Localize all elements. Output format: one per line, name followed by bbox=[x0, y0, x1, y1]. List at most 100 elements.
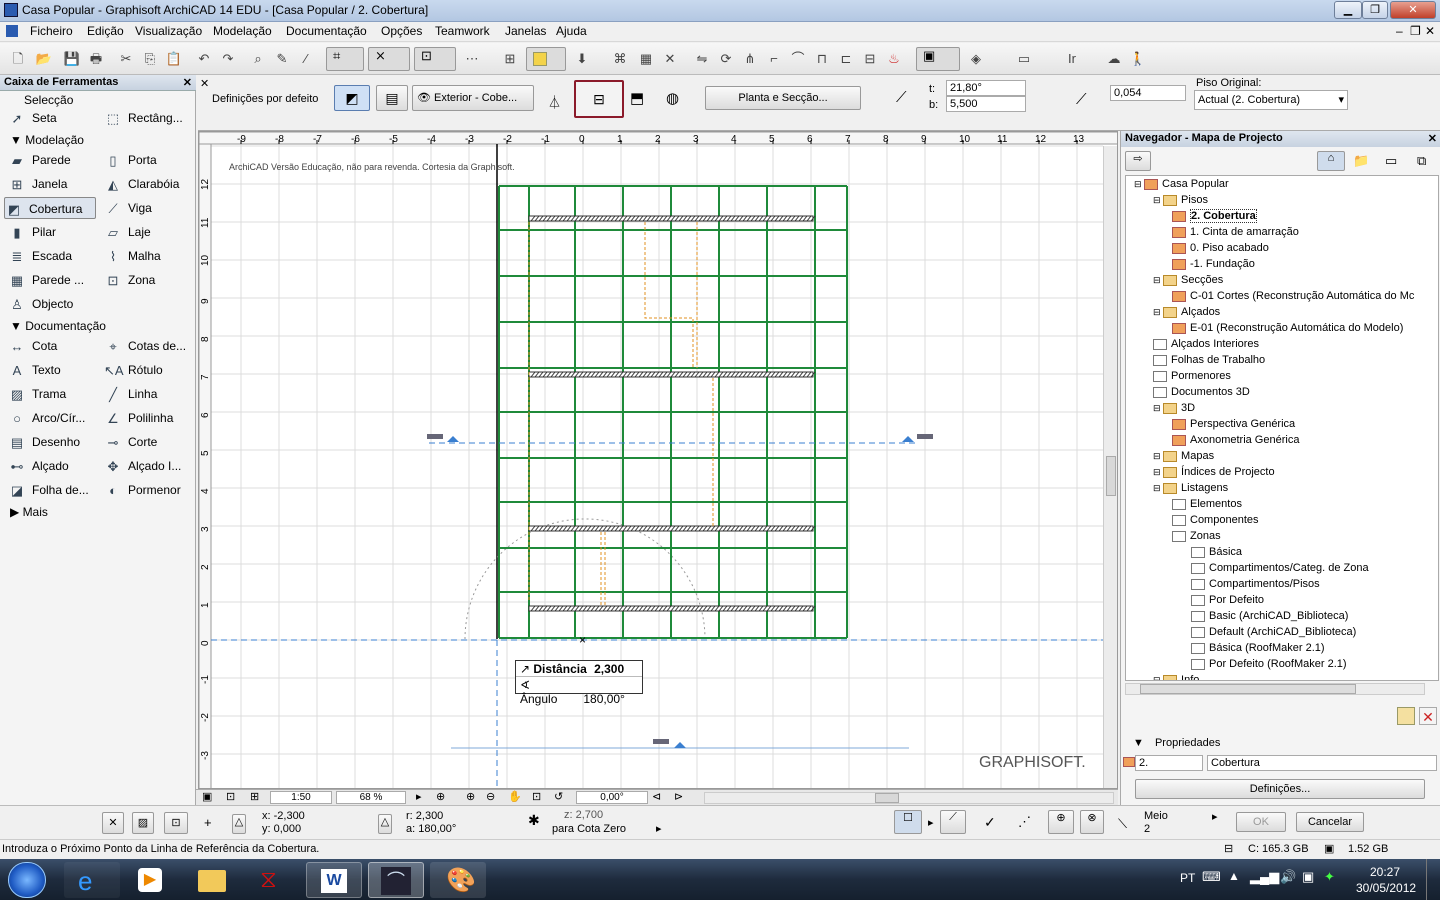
globe-icon[interactable]: ◍ bbox=[666, 89, 679, 107]
z-ref-chevron-icon[interactable]: ▸ bbox=[656, 822, 662, 835]
3d-view-icon[interactable]: ◈ bbox=[966, 49, 986, 69]
tree-item[interactable]: ⊟ Secções bbox=[1126, 272, 1438, 288]
expand-icon[interactable]: ⊟ bbox=[1134, 179, 1144, 189]
fit-icon[interactable]: ⊞ bbox=[250, 790, 259, 803]
device-icon[interactable]: ▣ bbox=[1302, 869, 1314, 885]
tree-item[interactable]: ⊟ Info bbox=[1126, 672, 1438, 680]
tree-item[interactable]: Default (ArchiCAD_Biblioteca) bbox=[1126, 624, 1438, 640]
volume-icon[interactable]: 🔊 bbox=[1280, 869, 1296, 885]
r-coordinate[interactable]: r: 2,300 bbox=[406, 810, 443, 822]
tree-item[interactable]: ⊟ Alçados bbox=[1126, 304, 1438, 320]
tool-window[interactable]: ⊞ Janela bbox=[8, 173, 94, 195]
polar-toggle[interactable]: △ bbox=[378, 814, 392, 834]
tracker-dist-value[interactable]: 2,300 bbox=[590, 662, 624, 676]
maximize-button[interactable]: ❐ bbox=[1362, 1, 1388, 19]
z-reference[interactable]: para Cota Zero bbox=[552, 823, 626, 835]
tool-polyline[interactable]: ∠ Polilinha bbox=[104, 407, 192, 429]
expand-icon[interactable]: ⊟ bbox=[1153, 403, 1163, 413]
tree-item[interactable]: 2. Cobertura bbox=[1126, 208, 1438, 224]
tool-worksheet[interactable]: ◪ Folha de... bbox=[8, 479, 94, 501]
tree-item[interactable]: Folhas de Trabalho bbox=[1126, 352, 1438, 368]
tool-wall[interactable]: ▰ Parede bbox=[8, 149, 94, 171]
magnet-button[interactable]: ⊗ bbox=[1080, 810, 1104, 834]
cancel-button[interactable]: Cancelar bbox=[1296, 812, 1364, 832]
x-coordinate[interactable]: x: -2,300 bbox=[262, 810, 305, 822]
clock-time[interactable]: 20:27 bbox=[1370, 865, 1400, 879]
rotation-field[interactable]: 0,00° bbox=[576, 791, 648, 804]
archicad-app-icon[interactable] bbox=[4, 3, 18, 17]
fillet-icon[interactable]: ⌒ bbox=[788, 49, 808, 69]
magic-wand-icon[interactable]: ⌘ bbox=[610, 49, 630, 69]
tree-item[interactable]: ⊟ Listagens bbox=[1126, 480, 1438, 496]
expand-icon[interactable]: ⊟ bbox=[1153, 275, 1163, 285]
tool-roof[interactable]: ◩ Cobertura bbox=[4, 197, 96, 219]
z-coordinate[interactable]: z: 2,700 bbox=[564, 809, 603, 821]
close-button[interactable]: ✕ bbox=[1390, 1, 1436, 19]
material-selector[interactable]: 👁 Exterior - Cobe... bbox=[412, 85, 534, 111]
publisher-icon[interactable]: ⧉ bbox=[1417, 153, 1426, 169]
rotate-view-icon[interactable]: ↺ bbox=[554, 790, 563, 803]
tree-item[interactable]: Alçados Interiores bbox=[1126, 336, 1438, 352]
walk-icon[interactable]: 🚶 bbox=[1128, 49, 1148, 69]
layout-book-icon[interactable]: ▭ bbox=[1385, 153, 1397, 169]
doc-close-icon[interactable]: ✕ bbox=[1425, 24, 1435, 38]
tree-item[interactable]: 0. Piso acabado bbox=[1126, 240, 1438, 256]
zoom-field[interactable]: 68 % bbox=[336, 791, 406, 804]
elevation-field[interactable]: 0,054 bbox=[1110, 85, 1186, 101]
gravity-button[interactable]: ☐ bbox=[894, 810, 922, 834]
doc-restore-icon[interactable]: ❐ bbox=[1410, 24, 1421, 38]
tool-section[interactable]: ⊸ Corte bbox=[104, 431, 192, 453]
menu-visualizacao[interactable]: Visualização bbox=[135, 24, 202, 38]
layer-icon[interactable]: ⊞ bbox=[500, 49, 520, 69]
tool-elevation[interactable]: ⊷ Alçado bbox=[8, 455, 94, 477]
zoom-in-icon[interactable]: ⊕ bbox=[436, 790, 445, 803]
tree-item[interactable]: ⊟ Pisos bbox=[1126, 192, 1438, 208]
view-map-icon[interactable]: 📁 bbox=[1353, 153, 1369, 169]
infobox-close-icon[interactable]: ✕ bbox=[200, 77, 209, 90]
tree-item[interactable]: E-01 (Reconstrução Automática do Modelo) bbox=[1126, 320, 1438, 336]
tool-arc[interactable]: ○ Arco/Cír... bbox=[8, 407, 94, 429]
tree-item[interactable]: ⊟ Casa Popular bbox=[1126, 176, 1438, 192]
taskbar-word[interactable]: W bbox=[306, 862, 362, 898]
tree-item[interactable]: Por Defeito (RoofMaker 2.1) bbox=[1126, 656, 1438, 672]
chat-icon[interactable]: ☁ bbox=[1104, 49, 1124, 69]
tool-stair[interactable]: ≣ Escada bbox=[8, 245, 94, 267]
check-icon[interactable]: ✓ bbox=[984, 814, 996, 831]
view-icon[interactable]: ▣ bbox=[202, 790, 212, 803]
prev-zoom-icon[interactable]: ⊲ bbox=[652, 790, 661, 803]
menu-teamwork[interactable]: Teamwork bbox=[435, 24, 490, 38]
zoom-out-icon[interactable]: ⊖ bbox=[486, 790, 495, 803]
security-icon[interactable]: ✦ bbox=[1324, 869, 1335, 885]
tree-item[interactable]: Compartimentos/Pisos bbox=[1126, 576, 1438, 592]
tree-item[interactable]: Axonometria Genérica bbox=[1126, 432, 1438, 448]
vertical-scroll-thumb[interactable] bbox=[1106, 456, 1116, 496]
show-desktop-button[interactable] bbox=[1426, 859, 1440, 900]
tool-marquee[interactable]: ⬚ Rectâng... bbox=[104, 107, 192, 129]
grid-snap-group[interactable]: ⌗ bbox=[326, 47, 364, 71]
eyedropper-icon[interactable]: ✎ bbox=[272, 49, 292, 69]
rotate-icon[interactable]: ⟳ bbox=[716, 49, 736, 69]
copy-icon[interactable]: ⎘ bbox=[140, 49, 160, 69]
base-field[interactable]: 5,500 bbox=[946, 96, 1026, 112]
ir-icon[interactable]: Ir bbox=[1062, 49, 1082, 69]
start-button[interactable] bbox=[8, 862, 46, 898]
menu-ficheiro[interactable]: Ficheiro bbox=[30, 24, 73, 38]
tree-item[interactable]: Zonas bbox=[1126, 528, 1438, 544]
horizontal-scrollbar[interactable] bbox=[704, 792, 1114, 804]
taskbar-acrobat[interactable]: ⧖ bbox=[244, 862, 300, 898]
expand-icon[interactable]: ⊟ bbox=[1153, 675, 1163, 680]
tool-beam[interactable]: ⟋ Viga bbox=[104, 197, 192, 219]
tool-line[interactable]: ╱ Linha bbox=[104, 383, 192, 405]
new-file-icon[interactable]: 🗋 bbox=[8, 49, 28, 69]
prop-name-field[interactable]: Cobertura bbox=[1207, 755, 1437, 771]
print-icon[interactable]: 🖶 bbox=[86, 49, 106, 69]
pan-icon[interactable]: ✋ bbox=[508, 790, 522, 803]
relative-toggle[interactable]: △ bbox=[232, 814, 246, 834]
toolbox-close-icon[interactable]: ✕ bbox=[183, 76, 192, 89]
delete-icon[interactable]: ✕ bbox=[1419, 707, 1437, 725]
split-icon[interactable]: ⋔ bbox=[740, 49, 760, 69]
guide-group[interactable]: ⨯ bbox=[368, 47, 410, 71]
table-icon[interactable]: ▦ bbox=[636, 49, 656, 69]
tool-label[interactable]: ↖A Rótulo bbox=[104, 359, 192, 381]
keyboard-icon[interactable]: ⌨ bbox=[1202, 869, 1221, 885]
